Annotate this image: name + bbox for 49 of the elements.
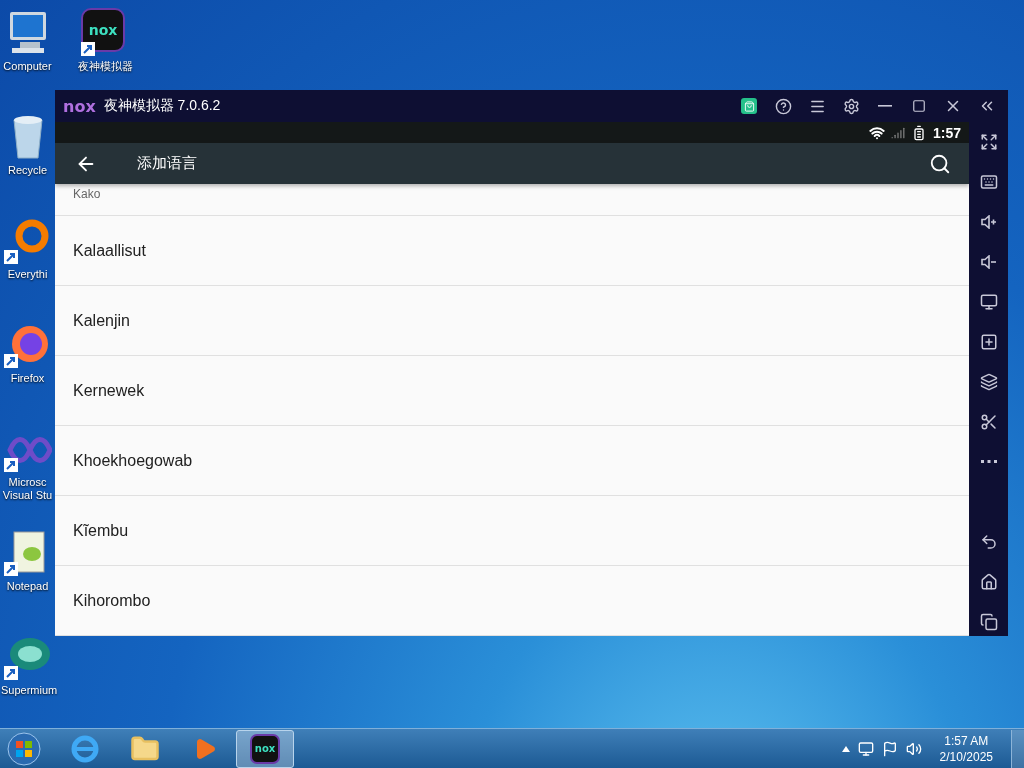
wifi-icon xyxy=(868,124,885,141)
volume-down-icon xyxy=(980,255,997,269)
desktop-icon-label[interactable]: Computer xyxy=(3,60,52,73)
volume-up-icon xyxy=(980,215,997,229)
desktop-icon-label[interactable]: Everythi xyxy=(7,268,48,281)
signal-icon xyxy=(890,125,905,140)
scissors-icon xyxy=(979,413,998,431)
browser-e-icon xyxy=(70,733,100,764)
language-item[interactable]: Khoekhoegowab xyxy=(55,426,969,496)
app-logo: nox xyxy=(63,96,96,116)
stack-icon xyxy=(979,373,998,391)
desktop-icon-label[interactable]: Microsc Visual Stu xyxy=(1,476,54,502)
app-icon: nox xyxy=(81,8,125,52)
volume-icon[interactable] xyxy=(905,740,922,757)
help-icon xyxy=(774,97,792,115)
clock[interactable]: 1:57 AM 2/10/2025 xyxy=(929,732,1003,765)
language-item[interactable]: Kalaallisut xyxy=(55,216,969,286)
add-apk-icon xyxy=(979,333,998,351)
desktop-icon-label[interactable]: 夜神模拟器 xyxy=(77,60,133,73)
flag-icon[interactable] xyxy=(881,740,898,757)
shopping-bag-icon xyxy=(741,98,757,114)
back-icon xyxy=(979,533,998,551)
recent-apps-icon xyxy=(979,613,998,631)
language-item[interactable]: Kako xyxy=(55,184,969,216)
desktop-icon-label[interactable]: Notepad xyxy=(6,580,49,593)
search-button[interactable] xyxy=(929,152,951,175)
settings-icon xyxy=(842,97,860,115)
home-icon xyxy=(979,573,998,591)
window-title: 夜神模拟器 7.0.6.2 xyxy=(103,97,222,115)
minimize-icon xyxy=(878,105,892,107)
more-icon xyxy=(980,460,997,464)
taskbar-button[interactable]: nox xyxy=(236,729,294,768)
app-bar-title: 添加语言 xyxy=(137,154,198,174)
search-icon xyxy=(929,152,951,175)
keyboard-icon xyxy=(979,173,998,191)
language-item[interactable]: Kĩembu xyxy=(55,496,969,566)
network-icon[interactable] xyxy=(857,740,874,757)
language-item[interactable]: Kalenjin xyxy=(55,286,969,356)
app-icon: nox xyxy=(250,733,280,764)
language-item[interactable]: Kihorombo xyxy=(55,566,969,636)
fullscreen-icon xyxy=(979,133,998,151)
desktop-icon-label[interactable]: Firefox xyxy=(10,372,45,385)
tray-expand-icon xyxy=(841,745,850,752)
status-time: 1:57 xyxy=(932,124,961,141)
language-item[interactable]: Kernewek xyxy=(55,356,969,426)
monitor-icon xyxy=(979,293,998,311)
start-button[interactable] xyxy=(4,730,44,767)
maximize-icon xyxy=(912,99,926,113)
desktop-icon-label[interactable]: Recycle xyxy=(7,164,48,177)
